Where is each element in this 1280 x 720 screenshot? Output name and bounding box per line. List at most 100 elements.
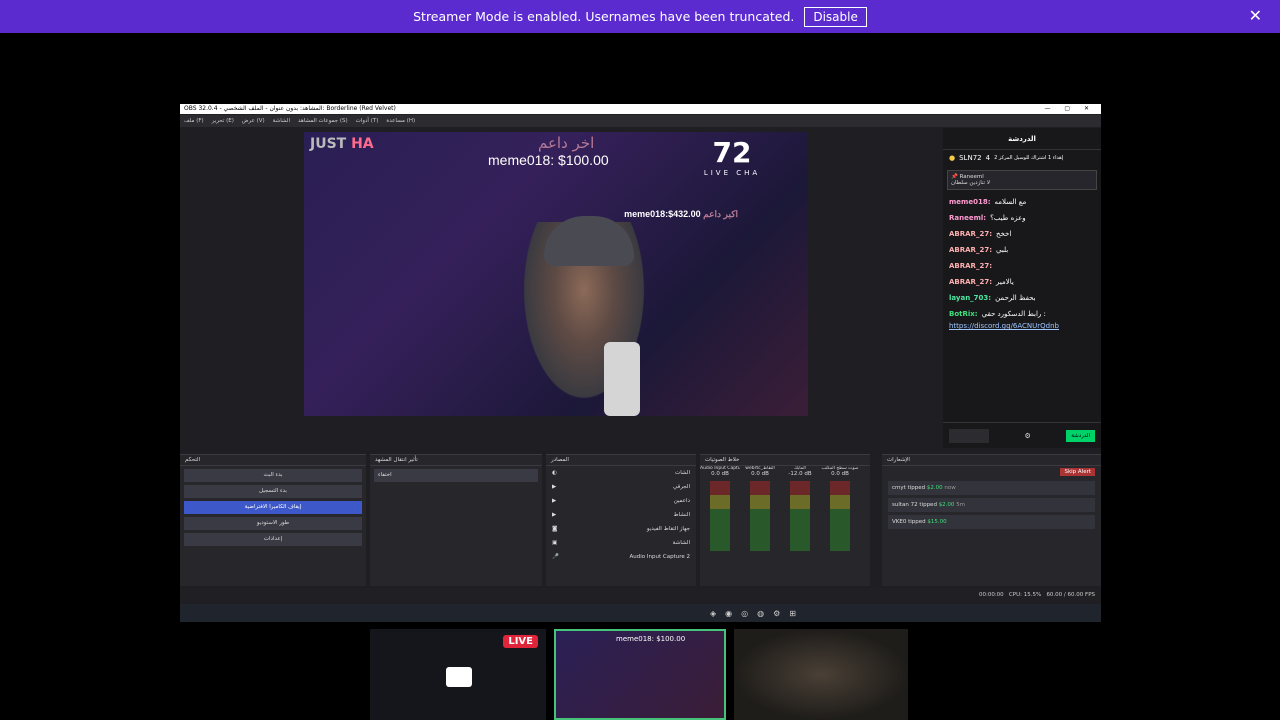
thumbnail-guest[interactable] [734,629,908,720]
controls-header: التحكم [180,455,366,466]
settings-icon[interactable]: ⚙ [773,609,780,618]
leader-count: 4 [985,154,991,162]
menu-item[interactable]: الشاشة [273,115,290,127]
menu-item[interactable]: تحرير (E) [212,115,234,127]
chat-username[interactable]: layan_703: [949,294,991,302]
chat-send-button[interactable]: الدردشة [1066,429,1095,442]
streamer-mode-banner: Streamer Mode is enabled. Usernames have… [0,0,1280,33]
overlay-top-donor: meme018:$432.00 اكبر داعم [624,209,738,219]
thumbnail-screen[interactable]: LIVE [370,629,546,720]
menu-item[interactable]: أدوات (T) [356,115,379,127]
live-chat-logo: 72 LIVE CHA [703,136,761,177]
settings-button[interactable]: إعدادات [184,533,362,546]
chat-username[interactable]: ABRAR_27: [949,246,992,254]
leader-text: إهداء 1 اشتراك للوسيل المركز 2 [994,155,1064,161]
transitions-dock: تأثير انتقال المشهد اختفاء [370,454,542,586]
chat-text: اخخخ [996,230,1012,238]
obs-title: OBS 32.0.4 - المشاهد: بدون عنوان - الملف… [184,105,396,112]
thumbnail-camera[interactable]: meme018: $100.00 [554,629,726,720]
chrome-icon[interactable]: ◉ [725,609,732,618]
chat-message: layan_703: بحفظ الرحمن [943,290,1101,306]
alerts-dock: الإشعارات Skip Alert cmyt tipped $2.00 n… [882,454,1101,586]
menu-item[interactable]: مساعدة (H) [386,115,415,127]
disable-button[interactable]: Disable [804,6,867,27]
chat-message: ABRAR_27: يالامير [943,274,1101,290]
chat-username[interactable]: ABRAR_27: [949,262,992,270]
volume-fader[interactable] [790,481,810,551]
volume-fader[interactable] [830,481,850,551]
source-item[interactable]: ▶ النشاط [546,508,696,522]
obs-menubar: ملف (F) تحرير (E) عرض (V) الشاشة جموعات … [180,115,1101,127]
chat-username[interactable]: meme018: [949,198,991,206]
chat-messages: meme018: مع السلامه Raneeml: وعزه طيب؟ ABRAR… [943,194,1101,322]
start-stream-button[interactable]: بدء البث [184,469,362,482]
source-item[interactable]: 🎤 Audio Input Capture 2 [546,550,696,564]
chat-message: ABRAR_27: [943,258,1101,274]
source-item[interactable]: ▶ الجرقي [546,480,696,494]
source-item[interactable]: ▣ الشاشة [546,536,696,550]
discord-link[interactable]: https://discord.gg/6ACNUrQdnb [943,322,1101,330]
skip-alert-button[interactable]: Skip Alert [1060,468,1095,476]
obs-titlebar: OBS 32.0.4 - المشاهد: بدون عنوان - الملف… [180,104,1101,114]
chat-text: مع السلامه [994,198,1027,206]
obs-icon[interactable]: ◎ [741,609,748,618]
volume-fader[interactable] [750,481,770,551]
alerts-header: الإشعارات [882,455,1101,466]
chat-input[interactable] [949,428,989,443]
chat-username[interactable]: BotRix: [949,310,978,318]
overlay-just-text: JUST HA [310,136,374,152]
discord-icon[interactable]: ◍ [757,609,764,618]
source-item[interactable]: ◐ الشات [546,466,696,480]
settings-icon[interactable]: ⚙ [1024,432,1030,440]
chat-leaderboard: ● SLN72 4 إهداء 1 اشتراك للوسيل المركز 2 [943,150,1101,166]
mixer-channel: المايك -12.0 dB [780,466,820,553]
menu-item[interactable]: عرض (V) [242,115,265,127]
alert-item[interactable]: sultan 72 tipped $2.00 5m [888,498,1095,512]
screen-share-icon [446,667,472,687]
controls-dock: التحكم بدء البث بدء التسجيل إيقاف الكامي… [180,454,366,586]
chat-text: بلبي [996,246,1009,254]
mixer-channel: webrtc_التقاط 0.0 dB [740,466,780,553]
pinned-text: لا تنازدين سلطان [951,180,990,186]
windows-icon[interactable]: ⊞ [789,609,796,618]
leader-name: SLN72 [959,154,982,162]
source-item[interactable]: ▶ داعمين [546,494,696,508]
taskbar: ◈ ◉ ◎ ◍ ⚙ ⊞ [180,604,1101,622]
chat-text: وعزه طيب؟ [990,214,1026,222]
thumbnail-overlay-text: meme018: $100.00 [616,635,686,643]
studio-mode-button[interactable]: طور الاستوديو [184,517,362,530]
start-recording-button[interactable]: بدء التسجيل [184,485,362,498]
window-controls: — ▢ ✕ [1044,105,1095,112]
chat-text: يالامير [996,278,1014,286]
chat-footer: ⚙ الدردشة [943,422,1101,448]
alert-item[interactable]: VKE0 tipped $15.00 [888,515,1095,529]
chat-username[interactable]: ABRAR_27: [949,230,992,238]
stream-video: OBS 32.0.4 - المشاهد: بدون عنوان - الملف… [180,104,1101,622]
mixer-channels: Audio Input Captur 0.0 dB webrtc_التقاط 0.… [700,466,870,553]
chat-message: Raneeml: وعزه طيب؟ [943,210,1101,226]
mixer-header: خلاط الصوتيات [700,455,870,466]
stop-virtual-camera-button[interactable]: إيقاف الكاميرا الافتراضية [184,501,362,514]
close-icon[interactable]: ✕ [1249,6,1262,25]
transitions-header: تأثير انتقال المشهد [370,455,542,466]
menu-item[interactable]: جموعات المشاهد (S) [298,115,348,127]
chat-username[interactable]: ABRAR_27: [949,278,992,286]
transition-select[interactable]: اختفاء [374,469,538,482]
pinned-message[interactable]: 📌 Raneeml لا تنازدين سلطان [947,170,1097,190]
chat-panel: الدردشة ● SLN72 4 إهداء 1 اشتراك للوسيل … [943,128,1101,448]
mixer-dock: خلاط الصوتيات Audio Input Captur 0.0 dB w… [700,454,870,586]
status-bar: 00:00:00 CPU: 15.5% 60.00 / 60.00 FPS [180,588,1101,602]
volume-fader[interactable] [710,481,730,551]
alerts-toolbar: Skip Alert [882,466,1101,478]
source-item[interactable]: ◙ جهاز التقاط الفيديو [546,522,696,536]
menu-item[interactable]: ملف (F) [184,115,204,127]
chat-text: رابط الدسكورد حقي : [981,310,1046,318]
obs-preview: JUST HA اخر داعم meme018: $100.00 72 LIVE… [304,132,808,416]
crown-icon: ● [949,154,956,162]
chat-message: ABRAR_27: بلبي [943,242,1101,258]
alert-item[interactable]: cmyt tipped $2.00 now [888,481,1095,495]
chat-username[interactable]: Raneeml: [949,214,986,222]
chat-message: BotRix: رابط الدسكورد حقي : [943,306,1101,322]
sources-header: المصادر [546,455,696,466]
edge-icon[interactable]: ◈ [710,609,716,618]
